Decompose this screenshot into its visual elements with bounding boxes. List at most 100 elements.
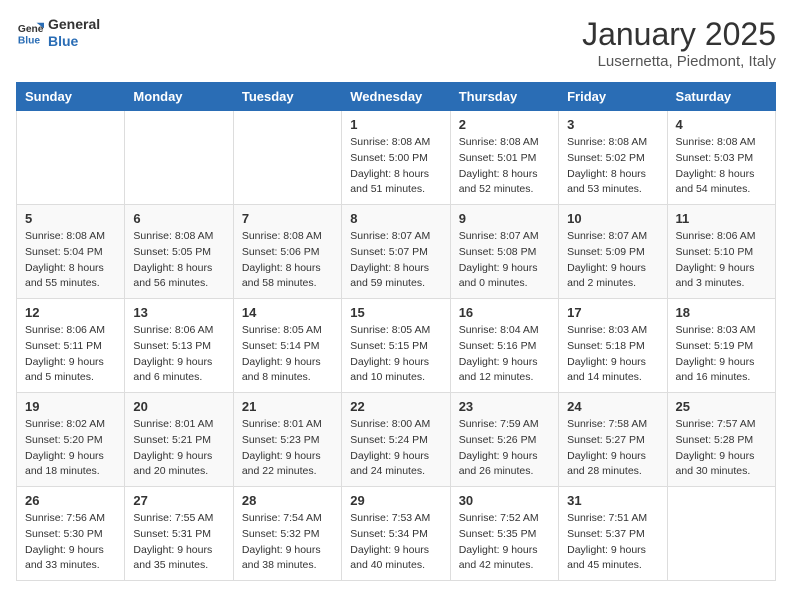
calendar-cell: 25 Sunrise: 7:57 AM Sunset: 5:28 PM Dayli…	[667, 393, 775, 487]
calendar-cell: 27 Sunrise: 7:55 AM Sunset: 5:31 PM Dayli…	[125, 487, 233, 581]
day-info: Sunrise: 8:08 AM Sunset: 5:01 PM Dayligh…	[459, 135, 550, 198]
calendar-cell: 13 Sunrise: 8:06 AM Sunset: 5:13 PM Dayli…	[125, 299, 233, 393]
weekday-header-friday: Friday	[559, 83, 667, 111]
calendar-week-5: 26 Sunrise: 7:56 AM Sunset: 5:30 PM Dayli…	[17, 487, 776, 581]
calendar-cell: 4Sunrise: 8:08 AM Sunset: 5:03 PM Daylig…	[667, 111, 775, 205]
day-info: Sunrise: 8:02 AM Sunset: 5:20 PM Dayligh…	[25, 417, 116, 480]
day-number: 27	[133, 493, 224, 508]
day-number: 19	[25, 399, 116, 414]
calendar-cell: 18 Sunrise: 8:03 AM Sunset: 5:19 PM Dayli…	[667, 299, 775, 393]
day-number: 8	[350, 211, 441, 226]
day-number: 1	[350, 117, 441, 132]
day-info: Sunrise: 7:53 AM Sunset: 5:34 PM Dayligh…	[350, 511, 441, 574]
day-info: Sunrise: 7:57 AM Sunset: 5:28 PM Dayligh…	[676, 417, 767, 480]
day-info: Sunrise: 8:00 AM Sunset: 5:24 PM Dayligh…	[350, 417, 441, 480]
day-info: Sunrise: 7:55 AM Sunset: 5:31 PM Dayligh…	[133, 511, 224, 574]
day-info: Sunrise: 7:54 AM Sunset: 5:32 PM Dayligh…	[242, 511, 333, 574]
calendar-cell: 31Sunrise: 7:51 AM Sunset: 5:37 PM Dayli…	[559, 487, 667, 581]
calendar-week-3: 12Sunrise: 8:06 AM Sunset: 5:11 PM Dayli…	[17, 299, 776, 393]
weekday-header-monday: Monday	[125, 83, 233, 111]
day-number: 29	[350, 493, 441, 508]
logo-general-text: General	[48, 16, 100, 33]
day-info: Sunrise: 8:05 AM Sunset: 5:14 PM Dayligh…	[242, 323, 333, 386]
calendar-cell: 3 Sunrise: 8:08 AM Sunset: 5:02 PM Daylig…	[559, 111, 667, 205]
calendar-week-4: 19 Sunrise: 8:02 AM Sunset: 5:20 PM Dayli…	[17, 393, 776, 487]
day-info: Sunrise: 7:52 AM Sunset: 5:35 PM Dayligh…	[459, 511, 550, 574]
calendar-cell: 24 Sunrise: 7:58 AM Sunset: 5:27 PM Dayli…	[559, 393, 667, 487]
day-number: 11	[676, 211, 767, 226]
day-number: 15	[350, 305, 441, 320]
calendar-cell: 22 Sunrise: 8:00 AM Sunset: 5:24 PM Dayli…	[342, 393, 450, 487]
day-number: 26	[25, 493, 116, 508]
day-info: Sunrise: 8:08 AM Sunset: 5:04 PM Dayligh…	[25, 229, 116, 292]
day-number: 21	[242, 399, 333, 414]
calendar-cell	[233, 111, 341, 205]
calendar-cell: 15 Sunrise: 8:05 AM Sunset: 5:15 PM Dayli…	[342, 299, 450, 393]
day-info: Sunrise: 8:07 AM Sunset: 5:09 PM Dayligh…	[567, 229, 658, 292]
day-number: 4	[676, 117, 767, 132]
day-info: Sunrise: 8:07 AM Sunset: 5:07 PM Dayligh…	[350, 229, 441, 292]
day-info: Sunrise: 8:08 AM Sunset: 5:06 PM Dayligh…	[242, 229, 333, 292]
day-number: 31	[567, 493, 658, 508]
calendar-cell	[125, 111, 233, 205]
day-info: Sunrise: 8:01 AM Sunset: 5:21 PM Dayligh…	[133, 417, 224, 480]
calendar-cell: 10 Sunrise: 8:07 AM Sunset: 5:09 PM Dayli…	[559, 205, 667, 299]
calendar-cell: 21 Sunrise: 8:01 AM Sunset: 5:23 PM Dayli…	[233, 393, 341, 487]
day-number: 6	[133, 211, 224, 226]
day-number: 2	[459, 117, 550, 132]
calendar-cell	[17, 111, 125, 205]
day-info: Sunrise: 8:08 AM Sunset: 5:05 PM Dayligh…	[133, 229, 224, 292]
day-info: Sunrise: 8:03 AM Sunset: 5:19 PM Dayligh…	[676, 323, 767, 386]
weekday-header-row: SundayMondayTuesdayWednesdayThursdayFrid…	[17, 83, 776, 111]
svg-text:General: General	[18, 24, 44, 35]
calendar-cell: 12Sunrise: 8:06 AM Sunset: 5:11 PM Dayli…	[17, 299, 125, 393]
weekday-header-sunday: Sunday	[17, 83, 125, 111]
day-info: Sunrise: 8:03 AM Sunset: 5:18 PM Dayligh…	[567, 323, 658, 386]
calendar-cell: 9 Sunrise: 8:07 AM Sunset: 5:08 PM Daylig…	[450, 205, 558, 299]
calendar-cell: 8 Sunrise: 8:07 AM Sunset: 5:07 PM Daylig…	[342, 205, 450, 299]
weekday-header-wednesday: Wednesday	[342, 83, 450, 111]
day-number: 13	[133, 305, 224, 320]
day-info: Sunrise: 8:06 AM Sunset: 5:13 PM Dayligh…	[133, 323, 224, 386]
day-number: 5	[25, 211, 116, 226]
day-number: 14	[242, 305, 333, 320]
calendar-cell: 5 Sunrise: 8:08 AM Sunset: 5:04 PM Daylig…	[17, 205, 125, 299]
svg-text:Blue: Blue	[18, 35, 41, 46]
day-info: Sunrise: 7:59 AM Sunset: 5:26 PM Dayligh…	[459, 417, 550, 480]
day-number: 12	[25, 305, 116, 320]
calendar-week-1: 1 Sunrise: 8:08 AM Sunset: 5:00 PM Daylig…	[17, 111, 776, 205]
calendar-cell: 1 Sunrise: 8:08 AM Sunset: 5:00 PM Daylig…	[342, 111, 450, 205]
weekday-header-tuesday: Tuesday	[233, 83, 341, 111]
day-number: 16	[459, 305, 550, 320]
day-number: 3	[567, 117, 658, 132]
calendar-cell: 2 Sunrise: 8:08 AM Sunset: 5:01 PM Daylig…	[450, 111, 558, 205]
day-info: Sunrise: 8:08 AM Sunset: 5:02 PM Dayligh…	[567, 135, 658, 198]
calendar-cell: 17Sunrise: 8:03 AM Sunset: 5:18 PM Dayli…	[559, 299, 667, 393]
title-block: January 2025 Lusernetta, Piedmont, Italy	[582, 16, 776, 70]
calendar-cell: 16 Sunrise: 8:04 AM Sunset: 5:16 PM Dayli…	[450, 299, 558, 393]
calendar-cell: 11 Sunrise: 8:06 AM Sunset: 5:10 PM Dayli…	[667, 205, 775, 299]
location: Lusernetta, Piedmont, Italy	[582, 53, 776, 70]
day-info: Sunrise: 8:08 AM Sunset: 5:00 PM Dayligh…	[350, 135, 441, 198]
day-info: Sunrise: 8:07 AM Sunset: 5:08 PM Dayligh…	[459, 229, 550, 292]
day-number: 9	[459, 211, 550, 226]
day-info: Sunrise: 8:06 AM Sunset: 5:10 PM Dayligh…	[676, 229, 767, 292]
day-info: Sunrise: 7:56 AM Sunset: 5:30 PM Dayligh…	[25, 511, 116, 574]
day-number: 25	[676, 399, 767, 414]
day-info: Sunrise: 8:01 AM Sunset: 5:23 PM Dayligh…	[242, 417, 333, 480]
day-number: 23	[459, 399, 550, 414]
logo: General Blue General Blue	[16, 16, 100, 50]
day-number: 20	[133, 399, 224, 414]
day-number: 10	[567, 211, 658, 226]
day-info: Sunrise: 8:04 AM Sunset: 5:16 PM Dayligh…	[459, 323, 550, 386]
day-number: 24	[567, 399, 658, 414]
month-title: January 2025	[582, 16, 776, 53]
day-info: Sunrise: 7:58 AM Sunset: 5:27 PM Dayligh…	[567, 417, 658, 480]
calendar-cell: 19 Sunrise: 8:02 AM Sunset: 5:20 PM Dayli…	[17, 393, 125, 487]
day-number: 22	[350, 399, 441, 414]
day-number: 30	[459, 493, 550, 508]
day-number: 18	[676, 305, 767, 320]
calendar-cell: 26 Sunrise: 7:56 AM Sunset: 5:30 PM Dayli…	[17, 487, 125, 581]
day-info: Sunrise: 8:05 AM Sunset: 5:15 PM Dayligh…	[350, 323, 441, 386]
page-header: General Blue General Blue January 2025 L…	[16, 16, 776, 70]
